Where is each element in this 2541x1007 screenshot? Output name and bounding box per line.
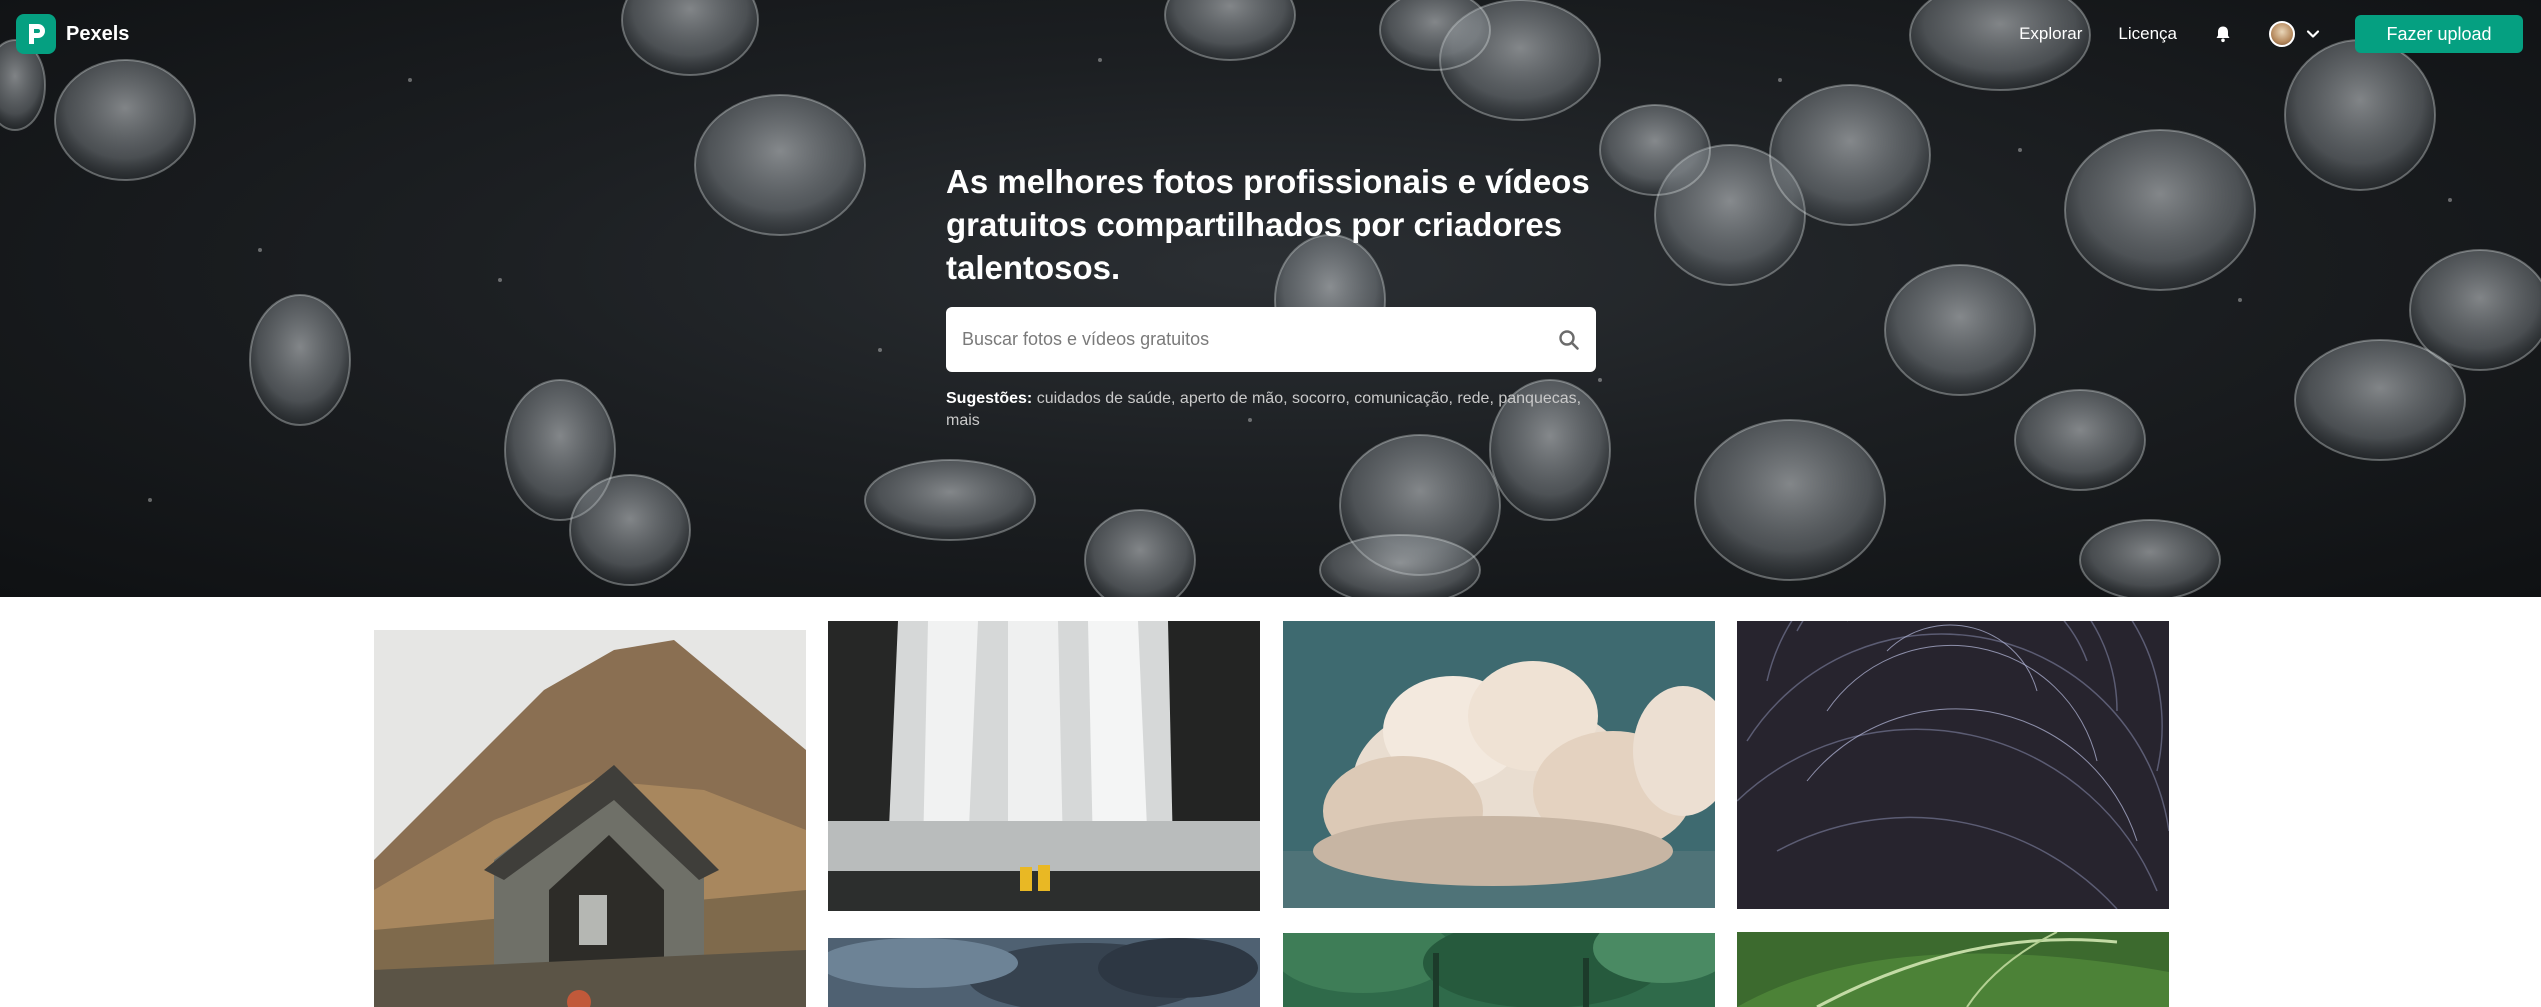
- upload-button[interactable]: Fazer upload: [2355, 15, 2523, 53]
- suggestion-item[interactable]: panquecas: [1498, 390, 1576, 407]
- photo-forest-canopy[interactable]: [1283, 933, 1715, 1007]
- suggestion-item[interactable]: aperto de mão: [1180, 390, 1283, 407]
- search-icon[interactable]: [1558, 329, 1580, 351]
- photo-cloudy-sky[interactable]: [828, 938, 1260, 1007]
- nav-explore-link[interactable]: Explorar: [2019, 24, 2082, 44]
- search-suggestions: Sugestões: cuidados de saúde, aperto de …: [946, 390, 1582, 429]
- suggestions-more-link[interactable]: mais: [946, 412, 980, 429]
- suggestion-item[interactable]: rede: [1457, 390, 1489, 407]
- top-navbar: Pexels Explorar Licença Fazer upload: [0, 0, 2541, 68]
- bell-icon[interactable]: [2213, 24, 2233, 44]
- suggestion-item[interactable]: cuidados de saúde: [1037, 390, 1171, 407]
- photo-gallery: [0, 597, 2541, 1007]
- brand-name: Pexels: [66, 22, 130, 45]
- photo-waterfall[interactable]: [828, 621, 1260, 911]
- chevron-down-icon[interactable]: [2305, 26, 2321, 42]
- search-bar[interactable]: [946, 307, 1596, 372]
- suggestions-label: Sugestões:: [946, 390, 1033, 407]
- suggestion-item[interactable]: socorro: [1292, 390, 1345, 407]
- search-input[interactable]: [946, 307, 1526, 372]
- hero-headline: As melhores fotos profissionais e vídeos…: [946, 163, 1590, 286]
- pexels-logo-icon: [16, 14, 56, 54]
- photo-clouds[interactable]: [1283, 621, 1715, 908]
- user-avatar[interactable]: [2269, 21, 2295, 47]
- hero-banner: Pexels Explorar Licença Fazer upload As …: [0, 0, 2541, 597]
- nav-actions: Explorar Licença Fazer upload: [2019, 15, 2523, 53]
- photo-green-leaf[interactable]: [1737, 932, 2169, 1007]
- nav-license-link[interactable]: Licença: [2118, 24, 2177, 44]
- pexels-logo[interactable]: Pexels: [16, 14, 129, 54]
- photo-star-trails[interactable]: [1737, 621, 2169, 909]
- suggestion-item[interactable]: comunicação: [1354, 390, 1448, 407]
- photo-mountain-cabin[interactable]: [374, 630, 806, 1007]
- hero-content: As melhores fotos profissionais e vídeos…: [946, 160, 1598, 432]
